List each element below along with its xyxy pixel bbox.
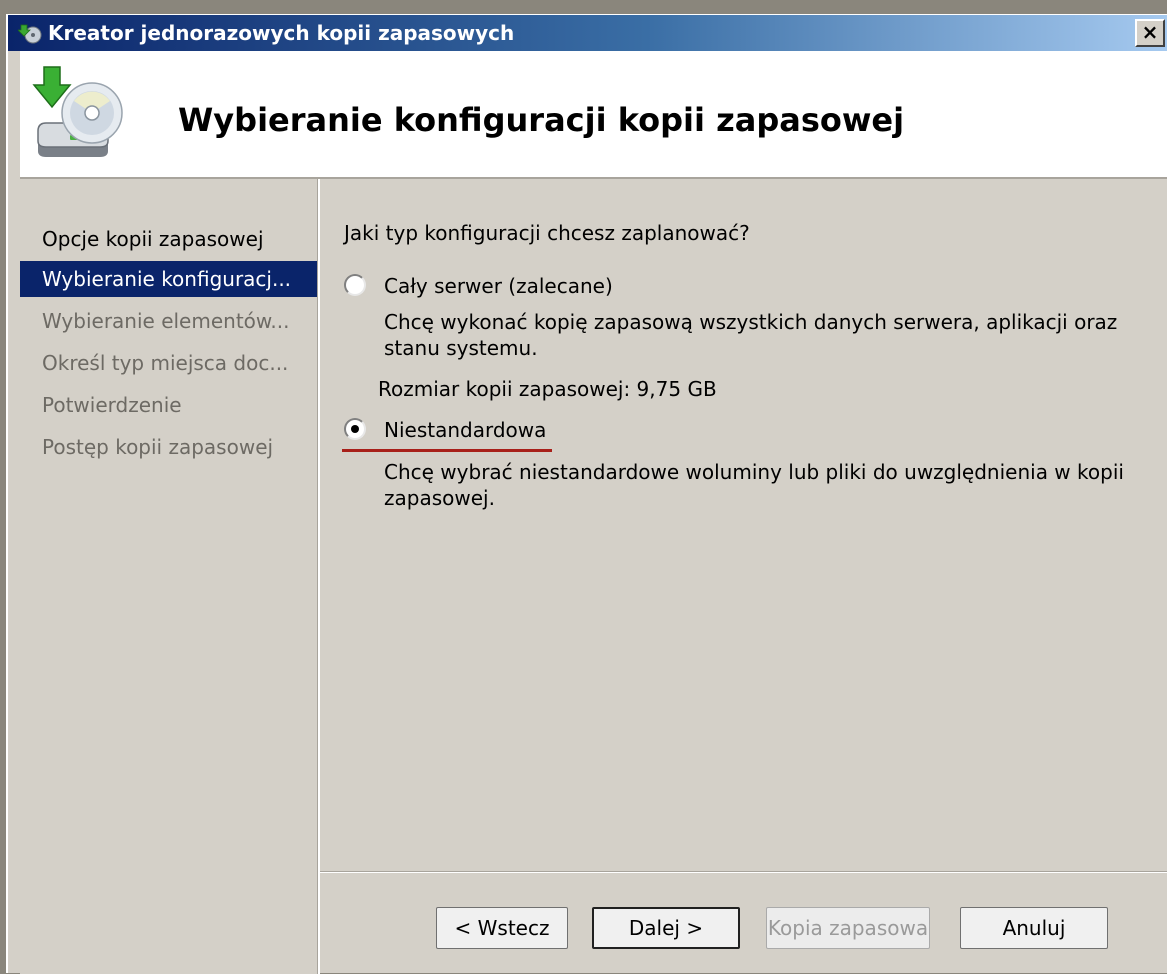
wizard-steps-nav: Opcje kopii zapasowej Wybieranie konfigu… [20,179,320,974]
next-button[interactable]: Dalej > [592,907,740,949]
backup-drive-icon [32,66,123,157]
backup-button: Kopia zapasowa [766,907,930,949]
window-title: Kreator jednorazowych kopii zapasowych [48,21,515,45]
full-server-label[interactable]: Cały serwer (zalecane) [384,271,613,301]
backup-size-text: Rozmiar kopii zapasowej: 9,75 GB [378,377,717,401]
wizard-window: Kreator jednorazowych kopii zapasowych ×… [6,14,1167,974]
custom-description: Chcę wybrać niestandardowe woluminy lub … [384,460,1124,510]
full-server-radio[interactable] [344,274,366,296]
wizard-header: Wybieranie konfiguracji kopii zapasowej [20,51,1167,179]
full-server-description: Chcę wykonać kopię zapasową wszystkich d… [384,310,1118,360]
backup-wizard-icon [18,24,42,44]
nav-step-backup-progress: Postęp kopii zapasowej [42,435,274,459]
annotation-underline [342,449,552,452]
nav-step-confirmation: Potwierdzenie [42,393,182,417]
question-text: Jaki typ konfiguracji chcesz zaplanować? [344,221,750,245]
custom-radio[interactable] [344,418,366,440]
footer-separator [320,871,1167,873]
custom-label[interactable]: Niestandardowa [384,415,546,445]
nav-step-select-configuration[interactable]: Wybieranie konfiguracj... [20,261,318,297]
nav-step-destination-type: Określ typ miejsca doc... [42,351,289,375]
back-button[interactable]: < Wstecz [436,907,568,949]
page-title: Wybieranie konfiguracji kopii zapasowej [178,101,905,139]
close-button[interactable]: × [1135,19,1165,47]
title-bar[interactable]: Kreator jednorazowych kopii zapasowych × [8,15,1167,51]
wizard-content: Jaki typ konfiguracji chcesz zaplanować?… [320,179,1167,974]
nav-step-backup-options[interactable]: Opcje kopii zapasowej [20,221,318,257]
cancel-button[interactable]: Anuluj [960,907,1108,949]
nav-step-select-items: Wybieranie elementów... [42,309,290,333]
